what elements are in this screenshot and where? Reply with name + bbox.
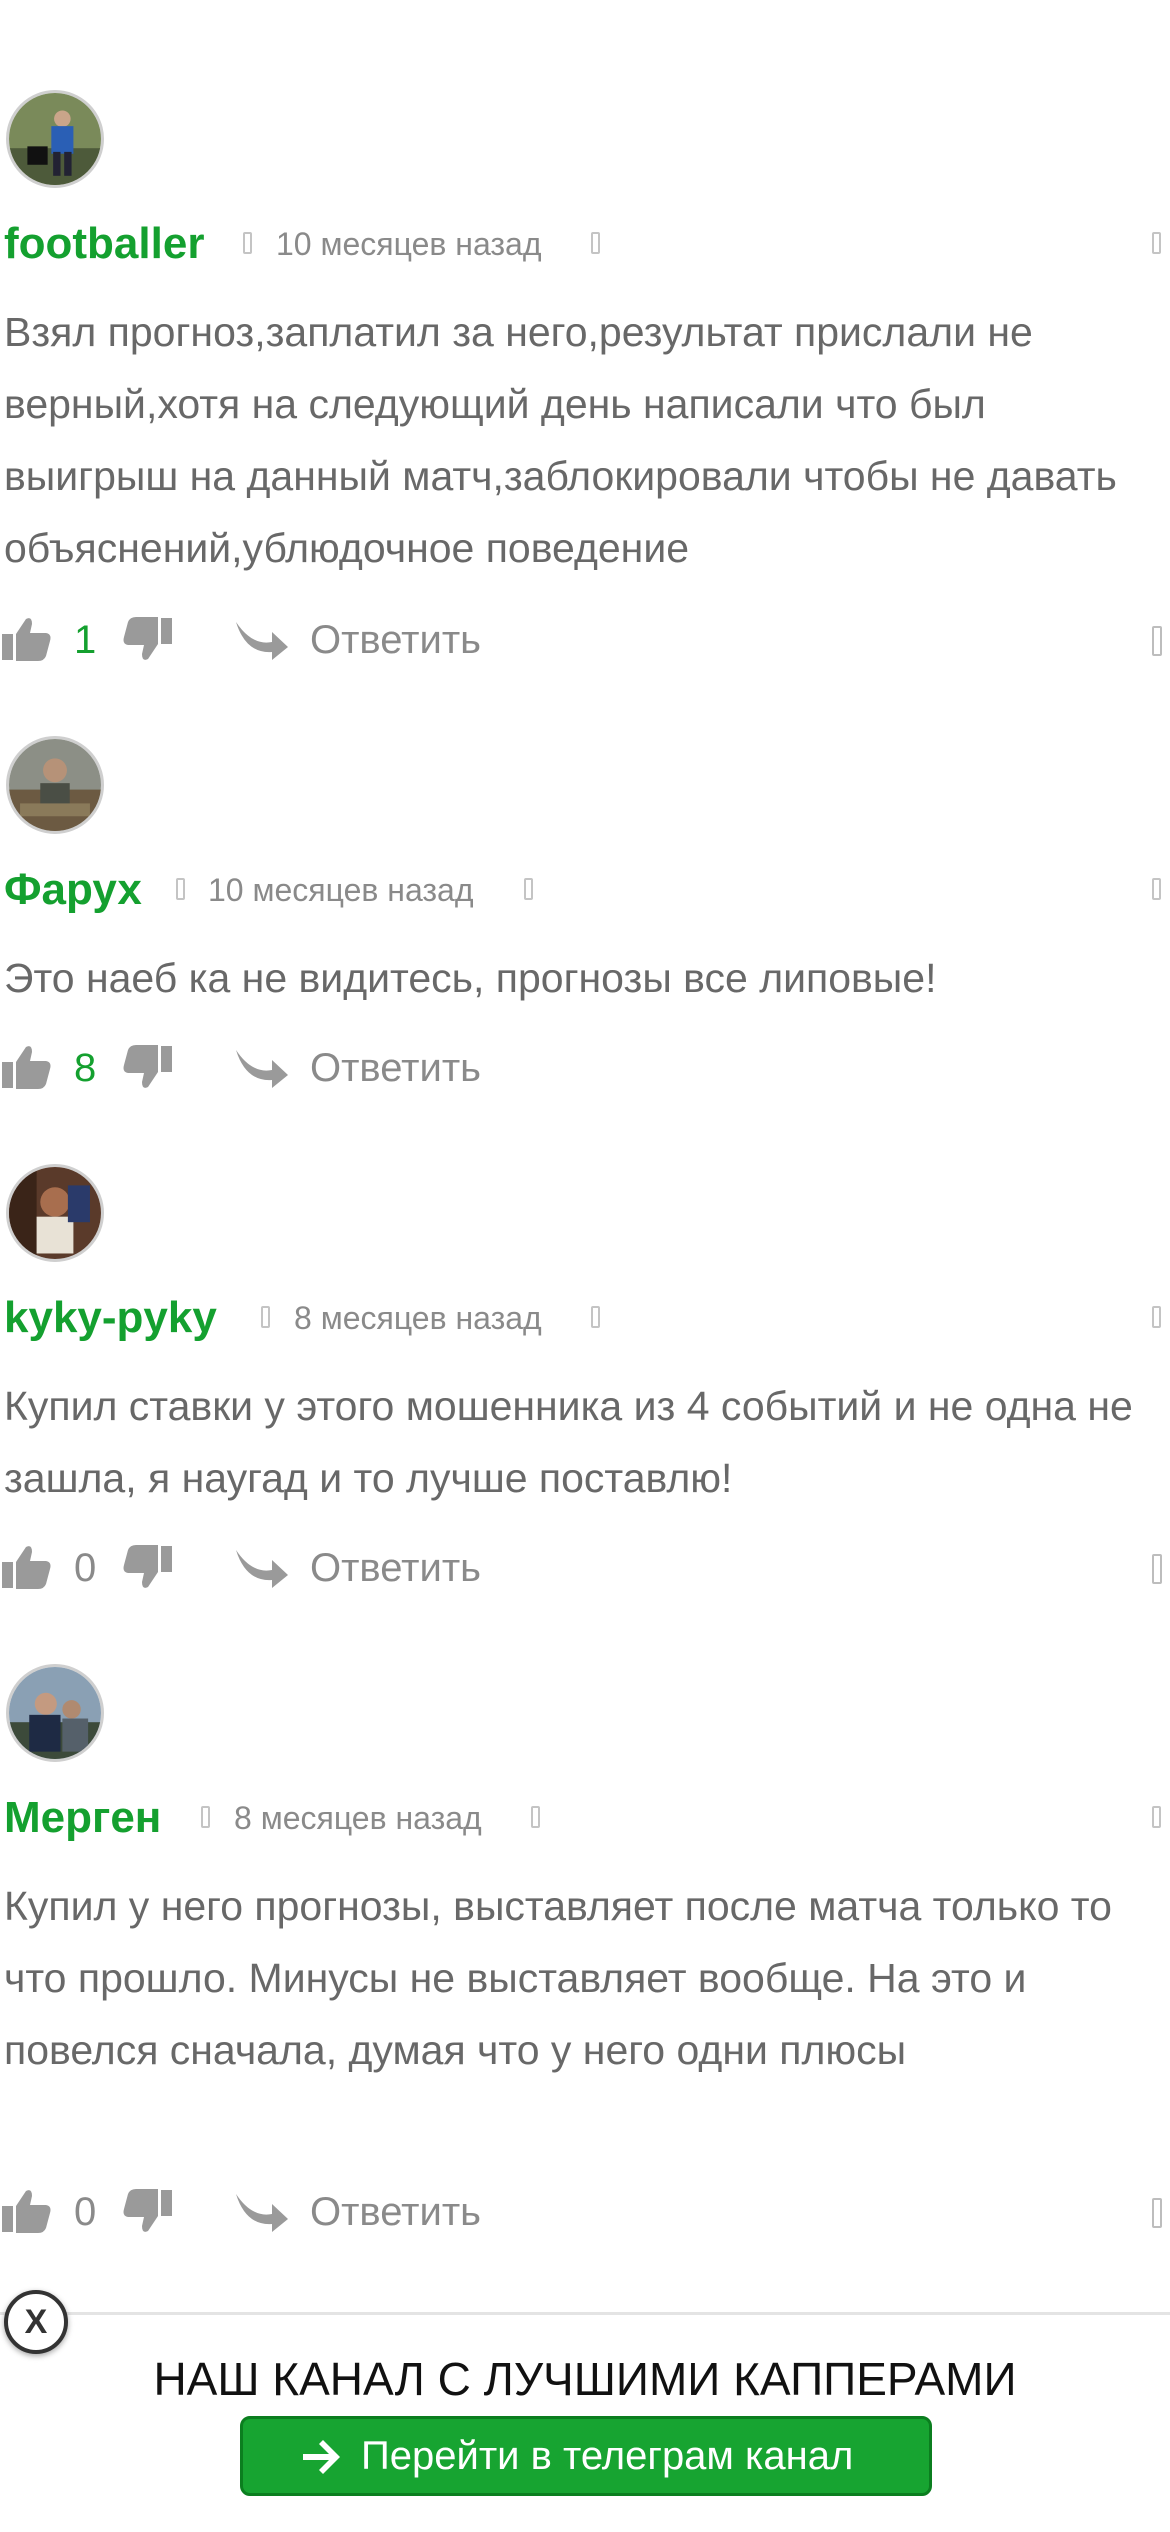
reply-arrow-icon[interactable] xyxy=(234,1044,290,1090)
link-icon[interactable] xyxy=(524,878,533,900)
link-icon[interactable] xyxy=(531,1806,540,1828)
thumbs-down-icon[interactable] xyxy=(122,1544,172,1590)
more-icon[interactable] xyxy=(1152,878,1161,900)
comment-text: Взял прогноз,заплатил за него,результат … xyxy=(4,309,1117,571)
report-icon[interactable] xyxy=(1152,626,1162,656)
vote-count: 8 xyxy=(74,1046,97,1090)
comment-text: Купил у него прогнозы, выставляет после … xyxy=(4,1883,1112,2073)
vote-count: 0 xyxy=(74,2190,97,2234)
vote-count: 1 xyxy=(74,618,97,662)
avatar[interactable] xyxy=(6,1664,104,1762)
telegram-promo-banner: НАШ КАНАЛ С ЛУЧШИМИ КАППЕРАМИ Перейти в … xyxy=(0,2312,1170,2532)
thumbs-down-icon[interactable] xyxy=(122,2188,172,2234)
link-icon[interactable] xyxy=(591,1306,600,1328)
reply-button[interactable]: Ответить xyxy=(310,610,481,670)
comment-actions: 1 Ответить xyxy=(0,610,1170,670)
reply-arrow-icon[interactable] xyxy=(234,2188,290,2234)
avatar[interactable] xyxy=(6,90,104,188)
user-icon xyxy=(261,1306,270,1328)
thumbs-up-icon[interactable] xyxy=(2,2188,52,2234)
comment-time[interactable]: 8 месяцев назад xyxy=(294,1290,542,1346)
avatar[interactable] xyxy=(6,736,104,834)
comment-author[interactable]: footballer xyxy=(4,216,204,272)
banner-title: НАШ КАНАЛ С ЛУЧШИМИ КАППЕРАМИ xyxy=(153,2353,1017,2405)
thumbs-up-icon[interactable] xyxy=(2,1544,52,1590)
thumbs-down-icon[interactable] xyxy=(122,1044,172,1090)
report-icon[interactable] xyxy=(1152,2198,1162,2228)
reply-button[interactable]: Ответить xyxy=(310,1038,481,1098)
comment-meta: footballer 10 месяцев назад xyxy=(0,216,1170,272)
comment-meta: Мерген 8 месяцев назад xyxy=(0,1790,1170,1846)
thumbs-up-icon[interactable] xyxy=(2,616,52,662)
user-icon xyxy=(201,1806,210,1828)
close-icon[interactable]: X xyxy=(4,2290,68,2354)
arrow-right-icon xyxy=(303,2440,340,2474)
comment-text: Это наеб ка не видитесь, прогнозы все ли… xyxy=(4,955,937,1001)
comment-meta: kyky-pyky 8 месяцев назад xyxy=(0,1290,1170,1346)
reply-arrow-icon[interactable] xyxy=(234,1544,290,1590)
comment-actions: 0 Ответить xyxy=(0,2182,1170,2242)
user-icon xyxy=(176,878,185,900)
thumbs-down-icon[interactable] xyxy=(122,616,172,662)
comment-author[interactable]: kyky-pyky xyxy=(4,1290,217,1346)
more-icon[interactable] xyxy=(1152,1806,1161,1828)
comment-time[interactable]: 8 месяцев назад xyxy=(234,1790,482,1846)
thumbs-up-icon[interactable] xyxy=(2,1044,52,1090)
more-icon[interactable] xyxy=(1152,1306,1161,1328)
more-icon[interactable] xyxy=(1152,232,1161,254)
comment-time[interactable]: 10 месяцев назад xyxy=(208,862,474,918)
reply-button[interactable]: Ответить xyxy=(310,2182,481,2242)
telegram-channel-button[interactable]: Перейти в телеграм канал xyxy=(240,2416,932,2496)
comment-author[interactable]: Фарух xyxy=(4,862,142,918)
telegram-button-label: Перейти в телеграм канал xyxy=(361,2434,854,2478)
reply-arrow-icon[interactable] xyxy=(234,616,290,662)
comment-text: Купил ставки у этого мошенника из 4 собы… xyxy=(4,1383,1133,1501)
comment-meta: Фарух 10 месяцев назад xyxy=(0,862,1170,918)
reply-button[interactable]: Ответить xyxy=(310,1538,481,1598)
user-icon xyxy=(243,232,252,254)
comment-actions: 0 Ответить xyxy=(0,1538,1170,1598)
vote-count: 0 xyxy=(74,1546,97,1590)
banner-divider xyxy=(0,2312,1170,2315)
comment-actions: 8 Ответить xyxy=(0,1038,1170,1098)
comment-time[interactable]: 10 месяцев назад xyxy=(276,216,542,272)
comment-author[interactable]: Мерген xyxy=(4,1790,161,1846)
avatar[interactable] xyxy=(6,1164,104,1262)
report-icon[interactable] xyxy=(1152,1554,1162,1584)
link-icon[interactable] xyxy=(591,232,600,254)
